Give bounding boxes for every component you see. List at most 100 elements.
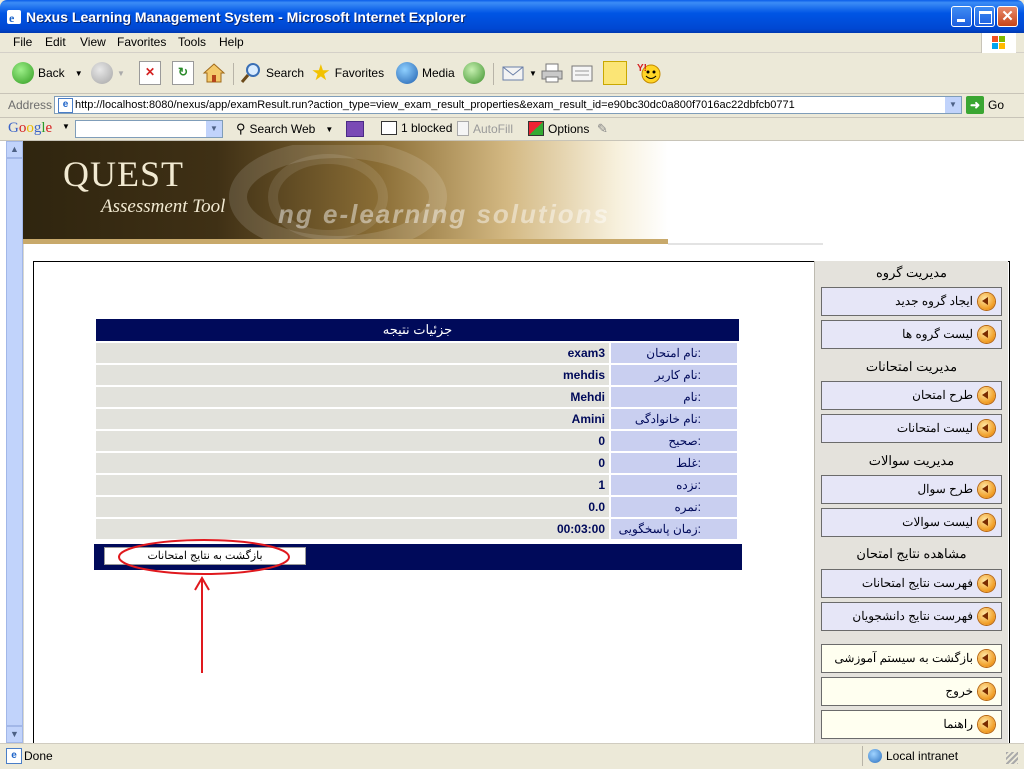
search-web-button[interactable]: ⚲ Search Web ▼ bbox=[236, 121, 333, 137]
sidebar-item-label: فهرست نتایج امتحانات bbox=[861, 576, 973, 590]
table-row: 0 غلط: bbox=[96, 453, 739, 473]
media-label: Media bbox=[422, 66, 455, 80]
back-dropdown-icon[interactable]: ▼ bbox=[75, 69, 83, 78]
minimize-button[interactable] bbox=[951, 6, 972, 27]
result-details-title: جزئیات نتیجه bbox=[96, 319, 739, 341]
address-dropdown-icon[interactable]: ▼ bbox=[945, 97, 961, 113]
sidebar-item-design-exam[interactable]: طرح امتحان bbox=[821, 381, 1002, 410]
autofill-button[interactable]: AutoFill bbox=[457, 121, 513, 136]
svg-text:e: e bbox=[9, 11, 15, 25]
wrong-label: غلط: bbox=[611, 453, 737, 473]
scroll-up-icon[interactable]: ▲ bbox=[6, 141, 23, 158]
search-button[interactable]: Search bbox=[240, 61, 304, 85]
options-button[interactable]: Options bbox=[528, 121, 589, 136]
zone-label: Local intranet bbox=[886, 749, 959, 763]
binoculars-icon: ⚲ bbox=[236, 121, 246, 136]
username-label: نام کاربر: bbox=[611, 365, 737, 385]
exam-name-label: نام امتحان: bbox=[611, 343, 737, 363]
sidebar-item-label: لیست سوالات bbox=[902, 515, 973, 529]
home-button[interactable] bbox=[202, 61, 226, 85]
result-details-table: جزئیات نتیجه exam3 نام امتحان: mehdis نا… bbox=[96, 319, 739, 539]
go-label: Go bbox=[988, 98, 1005, 112]
search-web-label: Search Web bbox=[249, 122, 316, 136]
stop-icon: ✕ bbox=[139, 61, 161, 85]
google-toolbar: Google ▼ ▼ ⚲ Search Web ▼ 1 blocked Auto… bbox=[0, 118, 1024, 141]
mail-dropdown-icon[interactable]: ▼ bbox=[529, 69, 537, 78]
discuss-button[interactable] bbox=[603, 61, 627, 85]
quest-title: QUEST bbox=[63, 154, 184, 194]
mail-icon bbox=[502, 66, 524, 81]
stop-button[interactable]: ✕ bbox=[139, 61, 161, 85]
media-button[interactable]: Media bbox=[396, 61, 455, 85]
status-text: Done bbox=[24, 749, 53, 763]
messenger-button[interactable]: Y! bbox=[636, 61, 662, 85]
scroll-down-icon[interactable]: ▼ bbox=[6, 726, 23, 743]
back-button[interactable]: Back ▼ bbox=[12, 61, 83, 85]
popup-blocker-button[interactable]: 1 blocked bbox=[381, 121, 452, 135]
google-dropdown-icon[interactable]: ▼ bbox=[62, 122, 70, 131]
orange-arrow-icon bbox=[978, 326, 995, 343]
resize-grip[interactable] bbox=[1006, 752, 1018, 764]
sidebar-item-group-list[interactable]: لیست گروه ها bbox=[821, 320, 1002, 349]
menu-file[interactable]: File bbox=[13, 35, 32, 49]
sidebar-item-create-group[interactable]: ایجاد گروه جدید bbox=[821, 287, 1002, 316]
exam-results-heading: مشاهده نتایج امتحان bbox=[856, 546, 967, 561]
group-management-heading: مدیریت گروه bbox=[875, 265, 948, 280]
forward-button[interactable]: ▼ bbox=[91, 61, 125, 85]
pencil-icon[interactable]: ✎ bbox=[597, 121, 608, 137]
exam-management-heading: مدیریت امتحانات bbox=[865, 359, 958, 374]
go-button[interactable]: ➜ Go bbox=[966, 96, 1004, 114]
menu-view[interactable]: View bbox=[80, 35, 106, 49]
first-name-label: نام: bbox=[611, 387, 737, 407]
refresh-button[interactable]: ↻ bbox=[172, 61, 194, 85]
printer-icon bbox=[541, 63, 563, 83]
security-zone[interactable]: Local intranet bbox=[868, 749, 958, 763]
toolbar-separator bbox=[493, 63, 494, 85]
globe-icon bbox=[396, 62, 418, 84]
sidebar-item-label: طرح امتحان bbox=[912, 388, 973, 402]
print-button[interactable] bbox=[540, 61, 564, 85]
sidebar-item-help[interactable]: راهنما bbox=[821, 710, 1002, 739]
close-icon: ✕ bbox=[1001, 8, 1014, 25]
scroll-thumb[interactable] bbox=[6, 158, 23, 726]
menu-edit[interactable]: Edit bbox=[45, 35, 66, 49]
back-label: Back bbox=[38, 66, 65, 80]
options-icon bbox=[528, 121, 544, 136]
search-label: Search bbox=[266, 66, 305, 80]
orange-arrow-icon bbox=[978, 387, 995, 404]
sidebar-item-design-question[interactable]: طرح سوال bbox=[821, 475, 1002, 504]
maximize-button[interactable] bbox=[974, 6, 995, 27]
sidebar-item-back-to-lms[interactable]: بازگشت به سیستم آموزشی bbox=[821, 644, 1002, 673]
edit-button[interactable] bbox=[570, 61, 594, 85]
favorites-button[interactable]: ★ Favorites bbox=[311, 61, 384, 85]
sidebar-item-label: لیست امتحانات bbox=[896, 421, 973, 435]
score-value: 0.0 bbox=[96, 497, 609, 517]
unanswered-value: 1 bbox=[96, 475, 609, 495]
menu-favorites[interactable]: Favorites bbox=[117, 35, 166, 49]
banner-divider bbox=[668, 243, 823, 245]
mail-button[interactable]: ▼ bbox=[501, 61, 537, 85]
history-button[interactable] bbox=[463, 61, 485, 85]
table-row: Mehdi نام: bbox=[96, 387, 739, 407]
news-icon[interactable] bbox=[346, 121, 364, 137]
close-button[interactable]: ✕ bbox=[997, 6, 1018, 27]
correct-value: 0 bbox=[96, 431, 609, 451]
menu-help[interactable]: Help bbox=[219, 35, 244, 49]
google-logo[interactable]: Google bbox=[8, 120, 52, 137]
sidebar-item-exam-results[interactable]: فهرست نتایج امتحانات bbox=[821, 569, 1002, 598]
sidebar-item-question-list[interactable]: لیست سوالات bbox=[821, 508, 1002, 537]
search-web-dropdown-icon[interactable]: ▼ bbox=[325, 125, 333, 134]
sidebar-item-logout[interactable]: خروج bbox=[821, 677, 1002, 706]
table-row: 1 نزده: bbox=[96, 475, 739, 495]
sidebar-item-student-results[interactable]: فهرست نتایج دانشجویان bbox=[821, 602, 1002, 631]
browser-viewport: ▲ ▼ QUEST Assessment Tool ng e-learning … bbox=[0, 141, 1024, 743]
forward-dropdown-icon: ▼ bbox=[117, 68, 125, 78]
sidebar-item-exam-list[interactable]: لیست امتحانات bbox=[821, 414, 1002, 443]
menu-tools[interactable]: Tools bbox=[178, 35, 206, 49]
google-search-input[interactable]: ▼ bbox=[75, 120, 223, 138]
address-input[interactable]: e http://localhost:8080/nexus/app/examRe… bbox=[54, 96, 962, 114]
search-icon bbox=[240, 63, 260, 83]
vertical-scrollbar[interactable]: ▲ ▼ bbox=[6, 141, 24, 743]
google-search-dropdown-icon[interactable]: ▼ bbox=[206, 121, 222, 137]
back-arrow-icon bbox=[12, 62, 34, 84]
